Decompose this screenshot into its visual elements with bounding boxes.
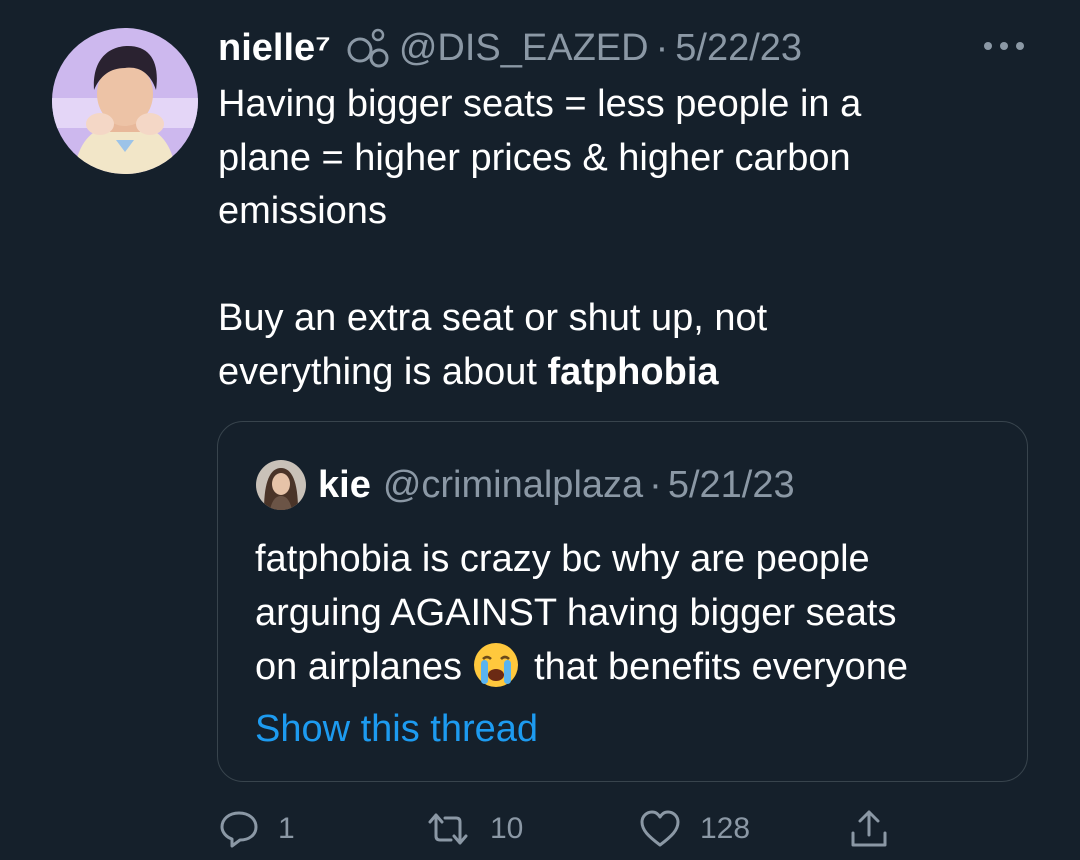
bubbles-icon: [345, 26, 391, 70]
author-handle[interactable]: @DIS_EAZED: [399, 22, 649, 74]
tweet-body-line: plane = higher prices & higher carbon: [218, 136, 851, 179]
quoted-body-line: arguing AGAINST having bigger seats: [255, 592, 897, 634]
quoted-body-line: on airplanes that benefits everyone: [255, 640, 1015, 694]
quoted-author-handle[interactable]: @criminalplaza: [383, 460, 643, 510]
tweet-body-line: emissions: [218, 190, 387, 232]
reply-count: 1: [278, 812, 295, 845]
retweet-button[interactable]: 10: [424, 806, 523, 852]
separator-dot: ·: [649, 464, 662, 506]
tweet-date[interactable]: 5/22/23: [675, 22, 802, 74]
like-count: 128: [700, 812, 751, 845]
quoted-header: kie @criminalplaza · 5/21/23: [318, 460, 795, 510]
separator-dot: ·: [655, 27, 669, 69]
retweet-icon: [424, 808, 472, 850]
quoted-body-text: that benefits everyone: [534, 646, 908, 688]
action-bar: 1 10 128: [0, 800, 1080, 856]
like-button[interactable]: 128: [638, 806, 750, 852]
bold-keyword: fatphobia: [547, 350, 719, 393]
avatar[interactable]: [52, 28, 198, 174]
quoted-tweet[interactable]: kie @criminalplaza · 5/21/23 fatphobia i…: [217, 421, 1028, 782]
more-horizontal-icon[interactable]: [984, 36, 1024, 56]
quoted-body-line: fatphobia is crazy bc why are people: [255, 538, 870, 580]
show-thread-link[interactable]: Show this thread: [255, 702, 538, 756]
reply-button[interactable]: 1: [218, 806, 295, 852]
quoted-avatar[interactable]: [256, 460, 306, 510]
quoted-avatar-image: [256, 460, 306, 510]
quoted-date[interactable]: 5/21/23: [668, 460, 795, 510]
tweet[interactable]: nielle⁷ @DIS_EAZED · 5/22/23 Having bigg…: [0, 0, 1080, 860]
heart-icon: [638, 808, 682, 850]
quoted-body-text: on airplanes: [255, 646, 463, 688]
quoted-author-name[interactable]: kie: [318, 460, 371, 510]
tweet-header: nielle⁷ @DIS_EAZED · 5/22/23: [218, 22, 802, 74]
tweet-body-line: Having bigger seats = less people in a: [218, 83, 862, 125]
quoted-body: fatphobia is crazy bc why are people arg…: [255, 532, 1015, 694]
tweet-body-line: Buy an extra seat or shut up, not: [218, 297, 768, 339]
reply-icon: [218, 808, 260, 850]
author-name[interactable]: nielle⁷: [218, 22, 331, 74]
share-button[interactable]: [848, 806, 890, 852]
avatar-image: [52, 28, 198, 174]
loudly-crying-face-icon: [470, 641, 522, 689]
tweet-body-line: everything is about fatphobia: [218, 346, 998, 400]
tweet-body: Having bigger seats = less people in a p…: [218, 78, 998, 399]
tweet-body-text: everything is about: [218, 350, 548, 393]
share-icon: [848, 807, 890, 851]
retweet-count: 10: [490, 812, 524, 845]
